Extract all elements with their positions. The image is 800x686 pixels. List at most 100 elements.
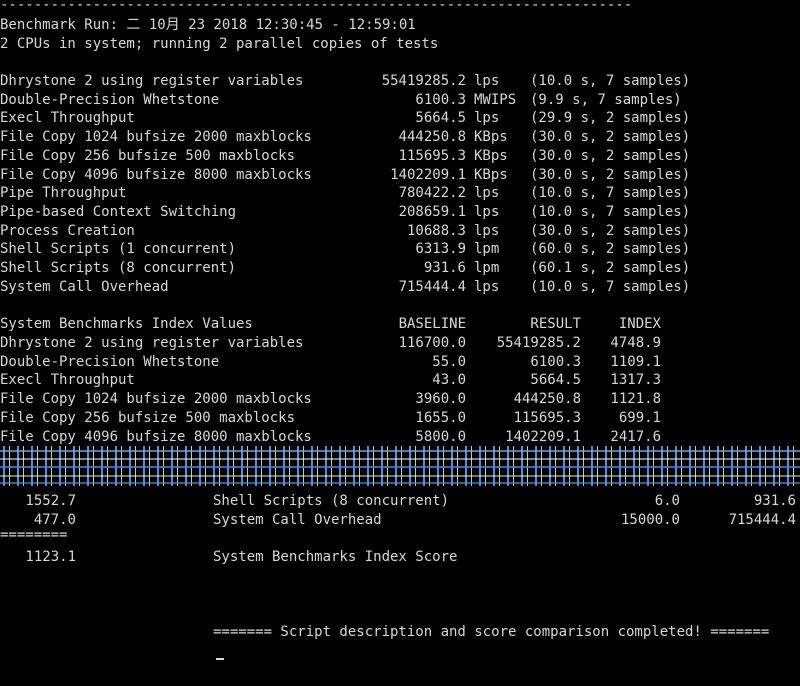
index-row-index: 1121.8 [610, 391, 661, 408]
result-detail: (30.0 s, 2 samples) [530, 129, 691, 146]
equals-rule: ======== [0, 527, 68, 543]
result-name: Shell Scripts (8 concurrent) [0, 260, 237, 276]
index-row-baseline: 116700.0 [398, 335, 466, 351]
separator-rule: ----------------------------------------… [0, 0, 632, 10]
shifted-index: 1552.7 [25, 493, 76, 509]
result-detail: (60.1 s, 2 samples) [530, 260, 691, 276]
result-detail: (30.0 s, 2 samples) [530, 147, 691, 164]
index-row-result: 1402209.1 [505, 428, 581, 445]
result-name: Dhrystone 2 using register variables [0, 73, 304, 89]
result-unit: lpm [474, 260, 500, 276]
result-unit: KBps [474, 147, 508, 164]
index-row-name: Dhrystone 2 using register variables [0, 335, 304, 351]
result-row: System Call Overhead 715444.4 lps (10.0 s, … [0, 278, 800, 296]
result-name: Double-Precision Whetstone [0, 91, 220, 108]
index-row: Execl Throughput 43.0 5664.5 1317.3 [0, 371, 800, 389]
result-unit: MWIPS [474, 91, 517, 108]
index-row-name: File Copy 256 bufsize 500 maxblocks [0, 409, 296, 426]
result-unit: lps [474, 110, 500, 127]
terminal-cursor [216, 658, 224, 660]
result-row: Pipe Throughput 780422.2 lps (10.0 s, 7 sam… [0, 184, 800, 202]
index-table-header: System Benchmarks Index Values BASELINE … [0, 315, 800, 333]
index-score-label: System Benchmarks Index Score [213, 549, 458, 565]
index-row-index: 4748.9 [610, 335, 661, 351]
result-value: 444250.8 [398, 129, 466, 146]
index-row: File Copy 256 bufsize 500 maxblocks 1655.… [0, 409, 800, 427]
result-row: File Copy 256 bufsize 500 maxblocks 11569… [0, 147, 800, 165]
result-name: File Copy 1024 bufsize 2000 maxblocks [0, 129, 312, 146]
result-value: 6313.9 [415, 241, 466, 258]
result-unit: lpm [474, 241, 500, 258]
index-row-name: Execl Throughput [0, 372, 135, 389]
index-row-result: 55419285.2 [496, 335, 581, 351]
index-row-index: 1109.1 [610, 353, 661, 370]
result-row: Execl Throughput 5664.5 lps (29.9 s, 2 samp… [0, 109, 800, 127]
result-name: Execl Throughput [0, 110, 135, 127]
result-value: 715444.4 [398, 278, 466, 295]
result-detail: (10.0 s, 7 samples) [530, 278, 691, 295]
result-unit: lps [474, 222, 500, 239]
index-row-result: 6100.3 [530, 353, 581, 370]
result-name: Pipe Throughput [0, 185, 127, 202]
result-detail: (30.0 s, 2 samples) [530, 166, 691, 183]
benchmark-run-line: Benchmark Run: 二 10月 23 2018 12:30:45 - … [0, 17, 416, 33]
shifted-baseline: 15000.0 [620, 512, 680, 528]
index-row-baseline: 43.0 [432, 372, 466, 389]
index-row-baseline: 5800.0 [415, 428, 466, 445]
terminal-window[interactable]: ----------------------------------------… [0, 0, 800, 686]
shifted-row-shell-scripts-8: 1552.7 Shell Scripts (8 concurrent) 6.0 … [0, 492, 800, 510]
shifted-row-system-call: 477.0 System Call Overhead 15000.0 71544… [0, 511, 800, 529]
result-name: Pipe-based Context Switching [0, 203, 237, 220]
index-row-baseline: 55.0 [432, 353, 466, 370]
result-unit: lps [474, 278, 500, 295]
shifted-result: 931.6 [753, 493, 796, 509]
result-unit: KBps [474, 166, 508, 183]
index-table-title: System Benchmarks Index Values [0, 316, 253, 332]
cpu-info-line: 2 CPUs in system; running 2 parallel cop… [0, 36, 439, 52]
shifted-name: Shell Scripts (8 concurrent) [213, 493, 450, 509]
result-name: Process Creation [0, 222, 135, 239]
result-unit: KBps [474, 129, 508, 146]
render-glitch-band [0, 446, 800, 486]
result-value: 1402209.1 [390, 166, 466, 183]
result-value: 115695.3 [398, 147, 466, 164]
result-row: Process Creation 10688.3 lps (30.0 s, 2 sam… [0, 222, 800, 240]
result-row: Shell Scripts (1 concurrent) 6313.9 lpm (60… [0, 240, 800, 258]
index-row: Double-Precision Whetstone 55.0 6100.3 1109… [0, 353, 800, 371]
result-detail: (30.0 s, 2 samples) [530, 222, 691, 239]
column-baseline: BASELINE [398, 316, 466, 332]
index-row-name: File Copy 1024 bufsize 2000 maxblocks [0, 391, 312, 408]
result-name: File Copy 256 bufsize 500 maxblocks [0, 147, 296, 164]
index-row: File Copy 4096 bufsize 8000 maxblocks 580… [0, 428, 800, 446]
index-row: Dhrystone 2 using register variables 1167… [0, 334, 800, 352]
result-name: Shell Scripts (1 concurrent) [0, 241, 237, 258]
result-row: Pipe-based Context Switching 208659.1 lps (… [0, 203, 800, 221]
result-detail: (29.9 s, 2 samples) [530, 110, 691, 127]
result-value: 780422.2 [398, 185, 466, 202]
result-value: 931.6 [423, 260, 466, 276]
result-name: System Call Overhead [0, 278, 169, 295]
result-row: Shell Scripts (8 concurrent) 931.6 lpm (60.… [0, 259, 800, 277]
column-index: INDEX [618, 316, 661, 332]
result-detail: (10.0 s, 7 samples) [530, 73, 691, 89]
result-row: Dhrystone 2 using register variables 5541… [0, 72, 800, 90]
index-row-baseline: 1655.0 [415, 409, 466, 426]
index-row-baseline: 3960.0 [415, 391, 466, 408]
result-unit: lps [474, 203, 500, 220]
index-row-name: Double-Precision Whetstone [0, 353, 220, 370]
index-score-value: 1123.1 [25, 549, 76, 565]
completion-message: ======= Script description and score com… [213, 624, 770, 640]
result-name: File Copy 4096 bufsize 8000 maxblocks [0, 166, 312, 183]
index-row-result: 444250.8 [513, 391, 581, 408]
result-detail: (9.9 s, 7 samples) [530, 91, 682, 108]
result-row: File Copy 1024 bufsize 2000 maxblocks 444… [0, 128, 800, 146]
index-row-name: File Copy 4096 bufsize 8000 maxblocks [0, 428, 312, 445]
shifted-result: 715444.4 [728, 512, 796, 528]
index-row: File Copy 1024 bufsize 2000 maxblocks 396… [0, 390, 800, 408]
result-value: 10688.3 [406, 222, 466, 239]
result-unit: lps [474, 185, 500, 202]
result-value: 55419285.2 [381, 73, 466, 89]
result-detail: (10.0 s, 7 samples) [530, 185, 691, 202]
result-value: 208659.1 [398, 203, 466, 220]
result-unit: lps [474, 73, 500, 89]
